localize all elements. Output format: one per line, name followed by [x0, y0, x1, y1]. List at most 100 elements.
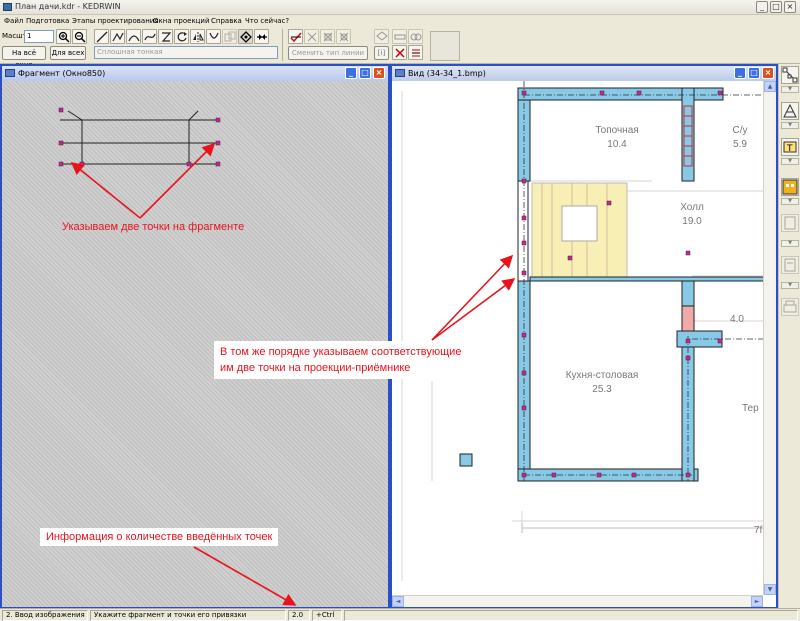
view-horizontal-scrollbar[interactable]: ◄ ► [392, 595, 763, 607]
menu-prepare[interactable]: Подготовка [26, 17, 69, 25]
floor-plan-canvas[interactable]: 7f Топочная 10.4 С/у 5.9 Холл 19.0 Кухня… [392, 81, 763, 595]
grid-icon [339, 32, 349, 42]
curve-tool-button[interactable] [158, 29, 173, 44]
palette-scroll-arrow[interactable]: ▼ [781, 240, 799, 247]
copy-tool-button[interactable] [222, 29, 237, 44]
fragment-point-marker [215, 161, 221, 167]
palette-print-button[interactable] [781, 298, 799, 316]
door-fill [681, 305, 695, 332]
fragment-point-marker [79, 161, 85, 167]
minimize-button[interactable]: _ [756, 1, 768, 13]
section-icon [783, 103, 797, 118]
list-tool-button[interactable] [408, 45, 423, 60]
text-tool-icon: T [783, 141, 797, 154]
fragment-minimize-button[interactable]: _ [345, 67, 357, 79]
maximize-button[interactable]: □ [770, 1, 782, 13]
snap-point-tool-button[interactable] [238, 29, 253, 44]
zoom-out-button[interactable] [72, 29, 87, 44]
cross-tool-button[interactable] [304, 29, 319, 44]
room-name: Кухня-столовая [566, 370, 639, 381]
cross-icon [307, 32, 317, 42]
divide-tool-button[interactable] [254, 29, 269, 44]
fragment-maximize-button[interactable]: □ [359, 67, 371, 79]
zoom-in-button[interactable] [56, 29, 71, 44]
scroll-up-button[interactable]: ▲ [764, 81, 776, 92]
for-all-button[interactable]: Для всех [50, 46, 86, 60]
annotation-fragment-points: Указываем две точки на фрагменте [62, 221, 245, 233]
menu-bar: Файл Подготовка Этапы проектирования Окн… [0, 15, 800, 28]
svg-text:T: T [786, 144, 793, 154]
fragment-close-button[interactable]: × [373, 67, 385, 79]
fit-all-window-button[interactable]: На всё окно [2, 46, 46, 69]
spline-tool-button[interactable] [142, 29, 157, 44]
toolbar: Масшт 1 На всё окно Для всех Сплошная то… [0, 28, 800, 69]
palette-nodes-button[interactable] [781, 66, 799, 84]
curve-icon [161, 32, 172, 42]
room-name: Топочная [595, 125, 638, 136]
scroll-right-button[interactable]: ► [751, 596, 763, 607]
line-type-select[interactable]: Сплошная тонкая [94, 46, 278, 59]
layers-icon [784, 216, 796, 230]
palette-scroll-arrow[interactable]: ▼ [781, 198, 799, 205]
view-maximize-button[interactable]: □ [748, 67, 760, 79]
close-button[interactable]: × [784, 1, 796, 13]
menu-projection-windows[interactable]: Окна проекций [153, 17, 210, 25]
trim-tool-button[interactable] [206, 29, 221, 44]
fragment-window-title: Фрагмент (Окно850) [18, 69, 106, 78]
status-hint: Укажите фрагмент и точки его привязки [90, 610, 286, 621]
hatch-icon [323, 32, 333, 42]
palette-section-button[interactable] [781, 102, 799, 120]
view-window: Вид (34-34_1.bmp) _ □ × 7f Топочная 10.4… [390, 64, 778, 609]
line-tool-button[interactable] [94, 29, 109, 44]
status-modifier: +Ctrl [312, 610, 342, 621]
snap-point-icon [240, 31, 252, 43]
palette-building-button[interactable] [781, 178, 799, 196]
palette-scroll-arrow[interactable]: ▼ [781, 122, 799, 129]
app-title-bar: План дачи.kdr - KEDRWIN _ □ × [0, 0, 800, 15]
fragment-point-marker [186, 161, 192, 167]
code-button[interactable]: [ⅰ] [374, 46, 389, 60]
menu-file[interactable]: Файл [4, 17, 23, 25]
status-bar: 2. Ввод изображения Укажите фрагмент и т… [0, 608, 800, 621]
change-line-type-button[interactable]: Сменить тип линии [288, 46, 368, 60]
menu-whats-now[interactable]: Что сейчас? [245, 17, 289, 25]
palette-text-button[interactable]: T [781, 138, 799, 156]
hatch-tool-button[interactable] [320, 29, 335, 44]
arc-icon [128, 35, 140, 42]
right-tool-palette: ▼ ▼ T ▼ ▼ ▼ ▼ [778, 64, 800, 608]
mirror-tool-button[interactable] [190, 29, 205, 44]
menu-design-stages[interactable]: Этапы проектирования [72, 17, 159, 25]
palette-scroll-arrow[interactable]: ▼ [781, 86, 799, 93]
trim-icon [209, 32, 219, 39]
palette-layers-button[interactable] [781, 214, 799, 232]
view-close-button[interactable]: × [762, 67, 774, 79]
layer-tool-button[interactable] [374, 29, 389, 44]
stairs-well [561, 205, 598, 242]
palette-scroll-arrow[interactable]: ▼ [781, 158, 799, 165]
menu-help[interactable]: Справка [211, 17, 242, 25]
floor-plan-drawing: 7f Топочная 10.4 С/у 5.9 Холл 19.0 Кухня… [401, 81, 763, 581]
room-name: Тер [742, 403, 759, 414]
status-stage: 2. Ввод изображения [2, 610, 88, 621]
link-tool-button[interactable] [408, 29, 423, 44]
wall [529, 276, 763, 282]
measure-tool-button[interactable] [392, 29, 407, 44]
layer-icon [376, 31, 388, 41]
arc-tool-button[interactable] [126, 29, 141, 44]
zoom-in-icon [58, 31, 70, 43]
grid-tool-button[interactable] [336, 29, 351, 44]
list-icon [412, 49, 420, 57]
view-minimize-button[interactable]: _ [734, 67, 746, 79]
delete-tool-button[interactable] [392, 45, 407, 60]
scale-input[interactable]: 1 [24, 30, 54, 43]
check-line-button[interactable] [288, 29, 303, 44]
scroll-down-button[interactable]: ▼ [764, 584, 776, 595]
palette-scroll-arrow[interactable]: ▼ [781, 282, 799, 289]
view-vertical-scrollbar[interactable]: ▲ ▼ [763, 81, 776, 595]
scroll-left-button[interactable]: ◄ [392, 596, 404, 607]
palette-pages-button[interactable] [781, 256, 799, 274]
view-window-title: Вид (34-34_1.bmp) [408, 69, 486, 78]
pages-icon [784, 258, 796, 272]
rotate-tool-button[interactable] [174, 29, 189, 44]
polyline-tool-button[interactable] [110, 29, 125, 44]
